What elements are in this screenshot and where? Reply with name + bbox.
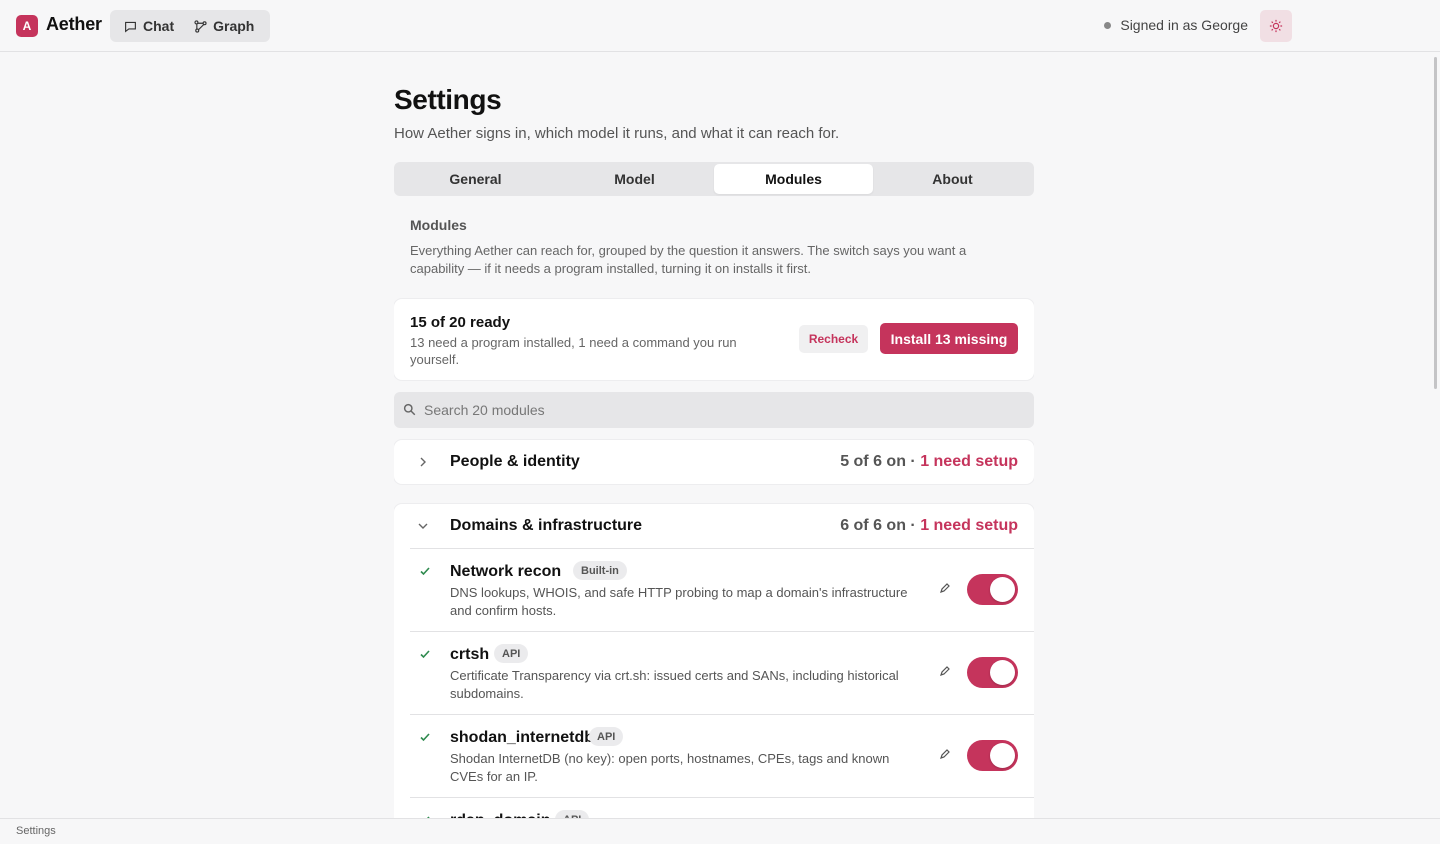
module-description: Shodan InternetDB (no key): open ports, … (450, 751, 890, 784)
tab-general[interactable]: General (396, 164, 555, 194)
toggle-knob (990, 660, 1015, 685)
module-row-crtsh: crtsh API Certificate Transparency via c… (410, 631, 1034, 714)
group-title: People & identity (450, 453, 580, 470)
check-icon (420, 733, 430, 742)
summary-detail: 13 need a program installed, 1 need a co… (410, 335, 737, 367)
readiness-summary-card: 15 of 20 ready 13 need a program install… (394, 299, 1034, 380)
module-row-rdap-domain: rdap_domain API (410, 797, 1034, 818)
toggle-knob (990, 577, 1015, 602)
chat-bubble-icon (125, 21, 136, 33)
group-status-setup: 1 need setup (920, 517, 1018, 534)
module-enable-toggle[interactable] (967, 574, 1018, 605)
sun-icon (1269, 19, 1283, 33)
signed-in-status: Signed in as George (1104, 17, 1248, 33)
group-domains-infrastructure: Domains & infrastructure 6 of 6 on · 1 n… (394, 504, 1034, 818)
section-description: Everything Aether can reach for, grouped… (410, 243, 967, 276)
theme-toggle-button[interactable] (1260, 10, 1292, 42)
page-scrollbar[interactable] (1431, 52, 1440, 818)
module-name: Network recon (450, 563, 562, 580)
recheck-button[interactable]: Recheck (799, 325, 868, 353)
search-input[interactable] (424, 392, 1024, 428)
app-name: Aether (46, 14, 102, 34)
module-type-badge: API (494, 644, 529, 663)
module-type-badge: Built-in (573, 561, 627, 580)
module-type-badge: API (589, 727, 624, 746)
summary-title: 15 of 20 ready (410, 314, 511, 331)
module-description: DNS lookups, WHOIS, and safe HTTP probin… (450, 585, 908, 618)
tab-modules[interactable]: Modules (714, 164, 873, 194)
page-subtitle: How Aether signs in, which model it runs… (394, 125, 840, 142)
check-icon (420, 650, 430, 659)
pencil-icon[interactable] (939, 665, 951, 677)
module-description: Certificate Transparency via crt.sh: iss… (450, 668, 899, 701)
page-title: Settings (394, 84, 502, 115)
tab-about[interactable]: About (873, 164, 1032, 194)
settings-tabs: General Model Modules About (394, 162, 1034, 196)
module-name: shodan_internetdb (450, 729, 595, 746)
scrollbar-thumb[interactable] (1434, 57, 1437, 389)
module-search (394, 392, 1034, 428)
group-title: Domains & infrastructure (450, 517, 643, 534)
module-enable-toggle[interactable] (967, 657, 1018, 688)
pencil-icon[interactable] (939, 582, 951, 594)
module-row-shodan-internetdb: shodan_internetdb API Shodan InternetDB … (410, 714, 1034, 797)
pencil-icon[interactable] (939, 748, 951, 760)
group-status-count: 6 of 6 on · (840, 517, 921, 534)
group-status: 5 of 6 on · 1 need setup (840, 453, 1018, 471)
app-logo: A (16, 15, 38, 37)
group-status: 6 of 6 on · 1 need setup (840, 517, 1018, 535)
nav-chat-button[interactable]: Chat (114, 13, 184, 39)
nav-graph-button[interactable]: Graph (184, 13, 264, 39)
section-label: Modules (410, 217, 467, 233)
graph-icon (194, 19, 207, 33)
toggle-knob (990, 743, 1015, 768)
search-icon (403, 403, 416, 416)
module-row-network-recon: Network recon Built-in DNS lookups, WHOI… (410, 548, 1034, 631)
group-header[interactable]: Domains & infrastructure 6 of 6 on · 1 n… (394, 504, 1034, 548)
signed-in-text: Signed in as George (1120, 17, 1248, 33)
settings-content: Settings How Aether signs in, which mode… (394, 52, 1034, 818)
nav-graph-label: Graph (213, 18, 255, 34)
module-name: crtsh (450, 646, 490, 663)
main-nav: Chat Graph (110, 10, 270, 42)
group-header[interactable]: People & identity 5 of 6 on · 1 need set… (394, 440, 1034, 484)
status-dot-icon (1104, 21, 1112, 29)
module-enable-toggle[interactable] (967, 740, 1018, 771)
group-people-identity: People & identity 5 of 6 on · 1 need set… (394, 440, 1034, 484)
chevron-right-icon (420, 457, 426, 467)
install-missing-button[interactable]: Install 13 missing (880, 323, 1018, 354)
group-status-count: 5 of 6 on · (840, 453, 921, 470)
chevron-down-icon (418, 523, 428, 529)
module-type-badge: API (555, 810, 590, 818)
tab-model[interactable]: Model (555, 164, 714, 194)
status-bar: Settings (0, 818, 1440, 844)
group-status-setup: 1 need setup (920, 453, 1018, 470)
check-icon (420, 567, 430, 576)
top-bar: A Aether Chat Graph Signed in as George (0, 0, 1440, 52)
status-bar-text: Settings (16, 825, 56, 837)
nav-chat-label: Chat (143, 18, 175, 34)
